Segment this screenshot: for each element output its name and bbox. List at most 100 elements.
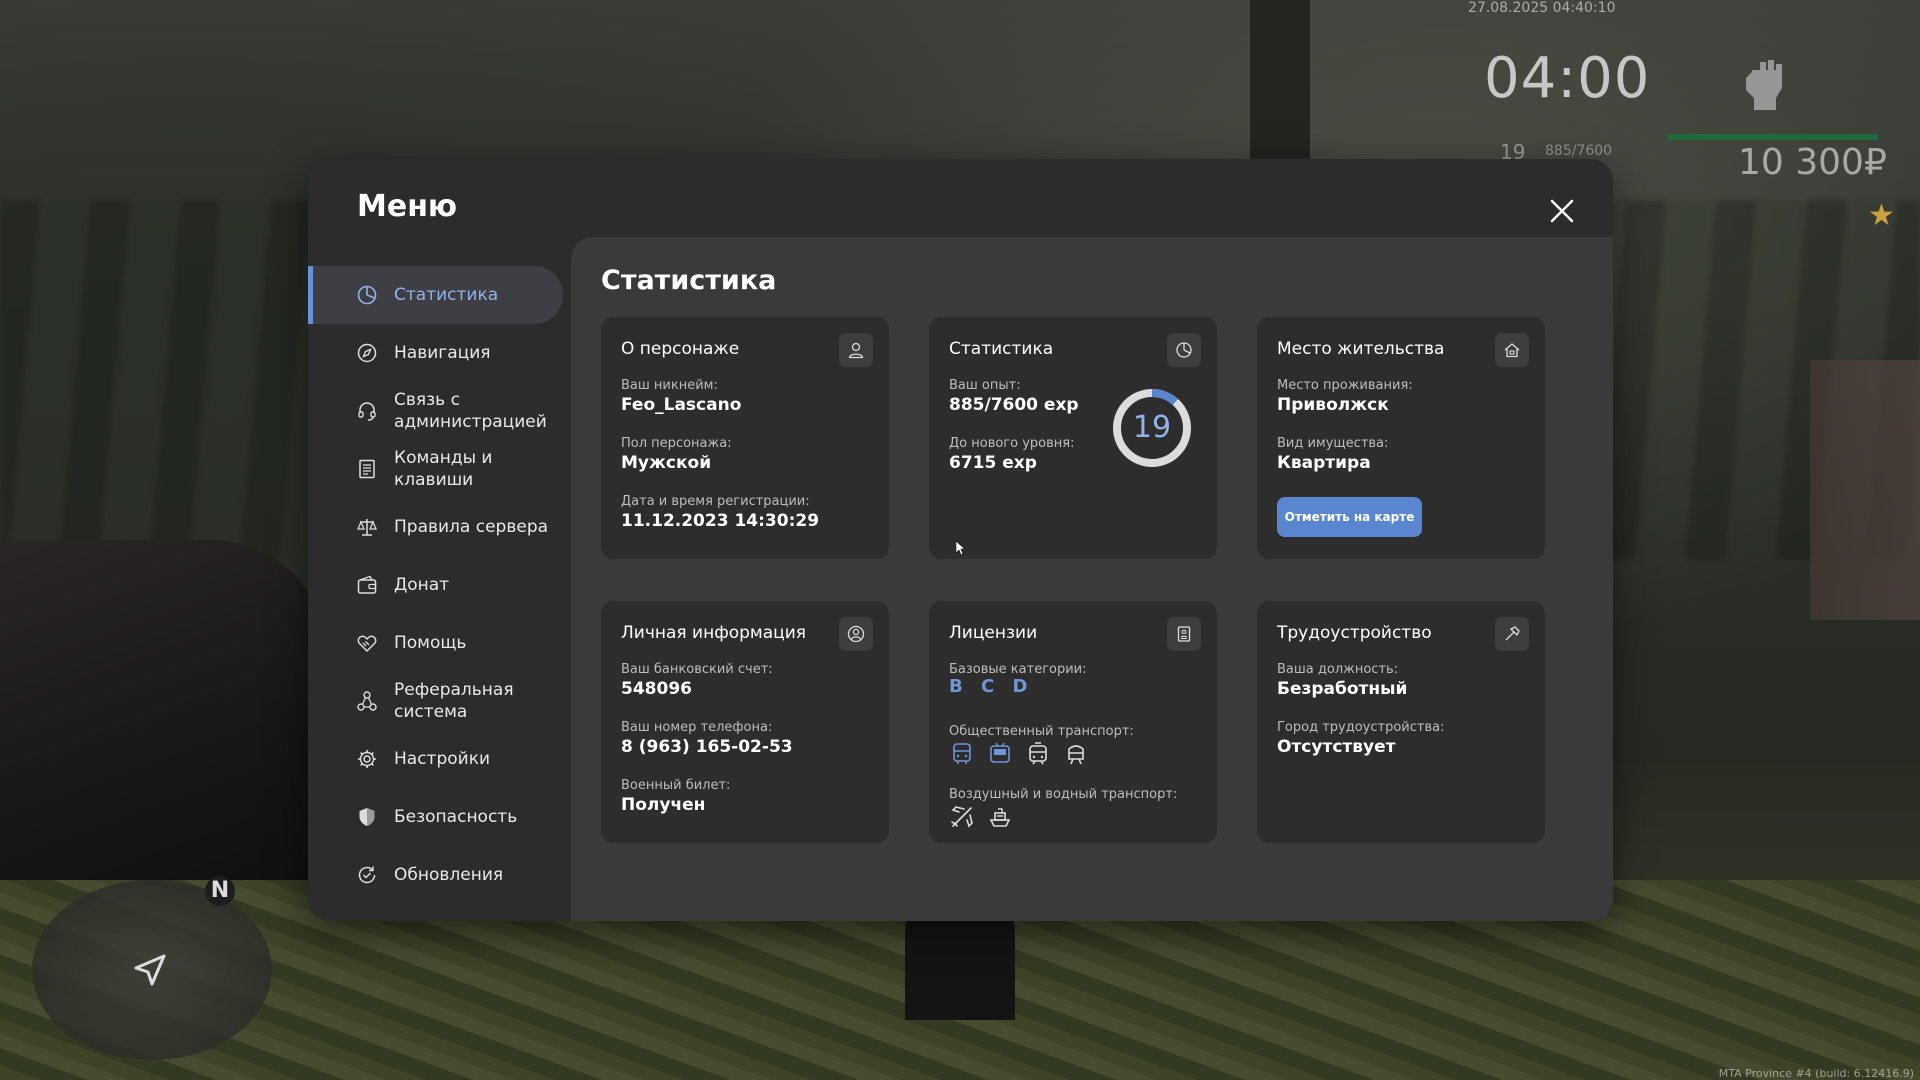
sidebar-item-label: Реферальная система — [394, 680, 514, 722]
content-title: Статистика — [601, 265, 777, 296]
close-button[interactable] — [1544, 193, 1580, 229]
public-transport-icons — [949, 741, 1089, 767]
nickname-label: Ваш никнейм: — [621, 378, 718, 393]
card-title: Трудоустройство — [1277, 623, 1432, 643]
minimap-north-marker: N — [205, 876, 235, 906]
hammer-icon — [1495, 617, 1529, 651]
air-water-transport-icons — [949, 804, 1013, 830]
card-personal-info: Личная информация Ваш банковский счет: 5… — [601, 601, 889, 843]
residence-place-label: Место проживания: — [1277, 378, 1413, 393]
sidebar-item-settings[interactable]: Настройки — [308, 730, 563, 788]
next-level-value: 6715 exp — [949, 453, 1037, 473]
card-about-character: О персонаже Ваш никнейм: Feo_Lascano Пол… — [601, 317, 889, 559]
card-residence: Место жительства Место проживания: Приво… — [1257, 317, 1545, 559]
scales-icon — [356, 516, 378, 538]
sidebar-item-statistics[interactable]: Статистика — [308, 266, 563, 324]
parked-car — [0, 540, 330, 900]
base-categories-label: Базовые категории: — [949, 662, 1087, 677]
category-c: C — [981, 676, 997, 697]
tram-icon — [1025, 741, 1051, 767]
card-licenses: Лицензии Базовые категории: B C D Общест… — [929, 601, 1217, 843]
position-label: Ваша должность: — [1277, 662, 1399, 677]
military-id-label: Военный билет: — [621, 778, 731, 793]
house-icon — [1495, 333, 1529, 367]
sidebar-item-admin-contact[interactable]: Связь с администрацией — [308, 382, 563, 440]
registration-label: Дата и время регистрации: — [621, 494, 810, 509]
sidebar-item-label: Обновления — [394, 865, 504, 885]
sidebar-item-label: Правила сервера — [394, 517, 549, 537]
card-title: Личная информация — [621, 623, 807, 643]
exp-value: 885/7600 exp — [949, 395, 1079, 415]
hud-time: 04:00 — [1484, 46, 1651, 111]
card-employment: Трудоустройство Ваша должность: Безработ… — [1257, 601, 1545, 843]
gender-label: Пол персонажа: — [621, 436, 732, 451]
gender-value: Мужской — [621, 453, 712, 473]
compass-icon — [356, 342, 378, 364]
position-value: Безработный — [1277, 679, 1408, 699]
sidebar-item-label: Навигация — [394, 343, 491, 363]
public-transport-label: Общественный транспорт: — [949, 724, 1134, 739]
sidebar-item-donate[interactable]: Донат — [308, 556, 563, 614]
mark-on-map-button[interactable]: Отметить на карте — [1277, 497, 1422, 537]
menu-modal: Меню Статистика Навигация Связь с админи… — [308, 159, 1613, 921]
phone-value: 8 (963) 165-02-53 — [621, 737, 793, 757]
card-title: Место жительства — [1277, 339, 1445, 359]
sidebar-item-help[interactable]: Помощь — [308, 614, 563, 672]
gear-icon — [356, 748, 378, 770]
sidebar-item-server-rules[interactable]: Правила сервера — [308, 498, 563, 556]
train-icon — [1063, 741, 1089, 767]
category-b: B — [949, 676, 965, 697]
next-level-label: До нового уровня: — [949, 436, 1075, 451]
network-icon — [356, 690, 378, 712]
close-icon — [1550, 199, 1574, 223]
property-type-label: Вид имущества: — [1277, 436, 1389, 451]
document-icon — [356, 458, 378, 480]
wallet-icon — [356, 574, 378, 596]
category-d: D — [1012, 676, 1030, 697]
bank-account-label: Ваш банковский счет: — [621, 662, 773, 677]
sidebar-item-security[interactable]: Безопасность — [308, 788, 563, 846]
sidebar-item-commands[interactable]: Команды и клавиши — [308, 440, 563, 498]
pie-chart-icon — [1167, 333, 1201, 367]
hud-exp: 885/7600 — [1545, 143, 1613, 159]
health-bar — [1668, 134, 1878, 140]
registration-value: 11.12.2023 14:30:29 — [621, 511, 820, 531]
sidebar-item-label: Настройки — [394, 749, 491, 769]
phone-label: Ваш номер телефона: — [621, 720, 773, 735]
shield-icon — [356, 806, 378, 828]
sidebar-item-label: Донат — [394, 575, 450, 595]
sidebar-item-updates[interactable]: Обновления — [308, 846, 563, 904]
property-type-value: Квартира — [1277, 453, 1371, 473]
sidebar-item-navigation[interactable]: Навигация — [308, 324, 563, 382]
tree-trunk — [1250, 0, 1310, 170]
sidebar-item-label: Команды и клавиши — [394, 448, 493, 490]
residence-place-value: Приволжск — [1277, 395, 1389, 415]
handshake-heart-icon — [356, 632, 378, 654]
card-title: О персонаже — [621, 339, 740, 359]
hud-date: 27.08.2025 04:40:10 — [1468, 0, 1616, 16]
fist-icon — [1738, 52, 1794, 112]
hud-money: 10 300₽ — [1738, 142, 1887, 183]
wanted-star-icon: ★ — [1868, 198, 1895, 233]
sidebar-item-label: Помощь — [394, 633, 467, 653]
nickname-value: Feo_Lascano — [621, 395, 742, 415]
level-number: 19 — [1132, 410, 1172, 445]
trolleybus-icon — [987, 741, 1013, 767]
employment-city-value: Отсутствует — [1277, 737, 1396, 757]
menu-title: Меню — [357, 189, 458, 224]
user-icon — [839, 333, 873, 367]
statistics-content: Статистика О персонаже Ваш никнейм: Feo_… — [571, 237, 1613, 921]
license-card-icon — [1167, 617, 1201, 651]
air-water-transport-label: Воздушный и водный транспорт: — [949, 787, 1178, 802]
sidebar-item-referral[interactable]: Реферальная система — [308, 672, 563, 730]
card-title: Статистика — [949, 339, 1054, 359]
card-title: Лицензии — [949, 623, 1038, 643]
boat-icon — [987, 804, 1013, 830]
sidebar-item-label: Связь с администрацией — [394, 390, 547, 432]
bank-account-value: 548096 — [621, 679, 692, 699]
exp-label: Ваш опыт: — [949, 378, 1021, 393]
bus-icon — [949, 741, 975, 767]
sidebar-item-label: Безопасность — [394, 807, 518, 827]
airplane-icon — [949, 804, 975, 830]
employment-city-label: Город трудоустройства: — [1277, 720, 1445, 735]
